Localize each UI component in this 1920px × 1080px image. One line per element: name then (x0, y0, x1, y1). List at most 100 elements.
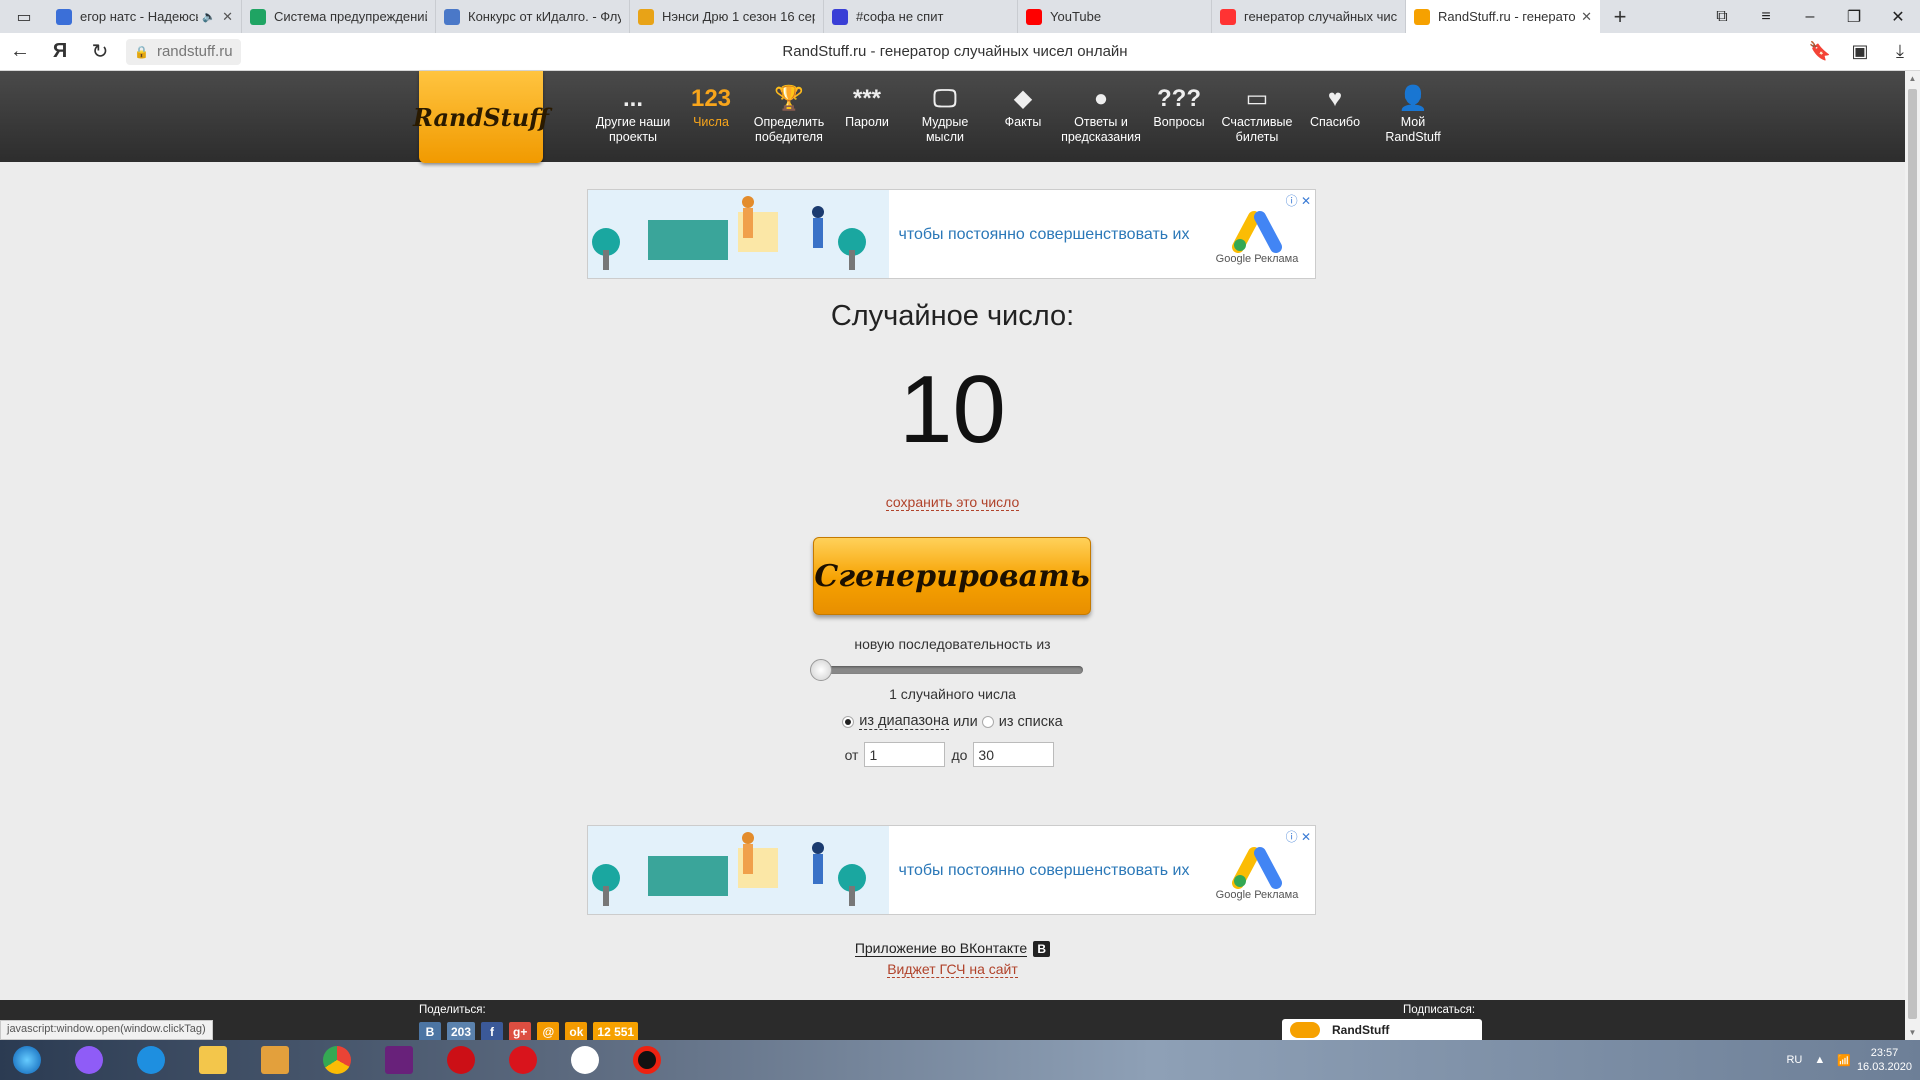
tab-title: RandStuff.ru - генерато (1438, 9, 1576, 24)
nav-item[interactable]: 123 Числа (672, 71, 750, 145)
chrome-icon[interactable] (310, 1041, 364, 1079)
count-slider-handle[interactable] (810, 659, 832, 681)
share-vk-count-button[interactable]: 203 (447, 1022, 476, 1042)
recorder-icon[interactable] (620, 1041, 674, 1079)
browser-tab[interactable]: егор натс - Надеюсь 🔈 ✕ (48, 0, 242, 33)
share-buttons: В 203 f g+ @ ok 12 551 (419, 1022, 644, 1042)
nav-item[interactable]: ● Ответы и предсказания (1061, 71, 1141, 145)
share-google-plus-button[interactable]: g+ (509, 1022, 532, 1042)
site-header: RandStuff ... Другие наши проекты 123 Числа… (0, 71, 1905, 163)
yandex-browser-icon[interactable] (558, 1041, 612, 1079)
ad-close-icon[interactable]: ⓘ ✕ (1286, 828, 1311, 845)
visual-studio-icon[interactable] (372, 1041, 426, 1079)
tab-close-icon[interactable]: ✕ (222, 9, 233, 25)
start-button[interactable] (0, 1041, 54, 1079)
share-facebook-button[interactable]: f (481, 1022, 504, 1042)
trophy-icon: 🏆 (774, 84, 804, 112)
opera-icon[interactable] (434, 1041, 488, 1079)
nav-item-label: Мой RandStuff (1385, 115, 1441, 144)
browser-tab[interactable]: генератор случайных чис (1212, 0, 1406, 33)
close-window-button[interactable]: ✕ (1876, 7, 1920, 27)
subscribe-widget[interactable]: RandStuff (1282, 1019, 1482, 1040)
opera-gx-icon[interactable] (496, 1041, 550, 1079)
share-ok-count-button[interactable]: 12 551 (593, 1022, 639, 1042)
ticket-icon: ▭ (1245, 84, 1269, 112)
count-slider[interactable] (815, 666, 1083, 674)
ad-banner-bottom[interactable]: чтобы постоянно совершенствовать их Goog… (587, 825, 1316, 915)
nav-item[interactable]: ◆ Факты (984, 71, 1062, 145)
clock[interactable]: 23:57 16.03.2020 (1857, 1046, 1912, 1074)
tab-audio-icon[interactable]: 🔈 (202, 10, 216, 23)
save-number-link[interactable]: сохранить это число (885, 494, 1020, 511)
status-bar: javascript:window.open(window.clickTag) (0, 1020, 213, 1040)
restore-button[interactable]: ❐ (1832, 7, 1876, 27)
yandex-icon[interactable]: Я (40, 40, 80, 63)
nav-item[interactable]: *** Пароли (828, 71, 906, 145)
menu-icon[interactable]: ≡ (1744, 8, 1788, 26)
tab-title: YouTube (1050, 9, 1102, 24)
bookmark-icon[interactable]: 🔖 (1800, 41, 1840, 62)
tab-manager-icon[interactable]: ⧉ (1700, 8, 1744, 26)
nav-item-label: Числа (693, 115, 729, 129)
widget-link[interactable]: Виджет ГСЧ на сайт (887, 961, 1018, 978)
nav-item[interactable]: ♥ Спасибо (1296, 71, 1374, 145)
browser-tab[interactable]: #софа не спит (824, 0, 1018, 33)
back-icon[interactable]: ← (0, 40, 40, 63)
nav-item[interactable]: ??? Вопросы (1140, 71, 1218, 145)
nav-item[interactable]: 👤 Мой RandStuff (1374, 71, 1452, 145)
mode-list-label[interactable]: из списка (999, 714, 1063, 730)
nav-item-label: Спасибо (1309, 115, 1361, 129)
vk-icon[interactable]: В (1033, 941, 1051, 958)
password-icon: *** (852, 84, 882, 112)
page-title: RandStuff.ru - генератор случайных чисел… (782, 43, 1128, 60)
tab-close-icon[interactable]: ✕ (1581, 9, 1592, 25)
tabs-panel-icon[interactable]: ▭ (0, 0, 48, 33)
to-input[interactable] (973, 742, 1055, 767)
vk-icon (444, 8, 460, 25)
ie-icon[interactable] (124, 1041, 178, 1079)
scrollbar-thumb[interactable] (1908, 89, 1917, 1019)
reload-icon[interactable]: ↻ (80, 39, 120, 64)
scroll-up-icon[interactable]: ▲ (1905, 74, 1920, 83)
tray-expand-icon[interactable]: ▲ (1814, 1054, 1825, 1066)
alice-icon[interactable] (62, 1041, 116, 1079)
range-inputs: от до (0, 742, 1905, 767)
randstuff-logo[interactable]: RandStuff (413, 71, 549, 163)
minimize-button[interactable]: – (1788, 8, 1832, 26)
vk-app-link[interactable]: Приложение во ВКонтакте (854, 940, 1028, 957)
ad-banner-top[interactable]: чтобы постоянно совершенствовать их Goog… (587, 189, 1316, 279)
nav-item[interactable]: 🏆 Определить победителя (750, 71, 828, 145)
nav-item[interactable]: ... Другие наши проекты (594, 71, 672, 145)
share-vk-button[interactable]: В (419, 1022, 441, 1042)
language-indicator[interactable]: RU (1786, 1054, 1802, 1066)
nav-item[interactable]: ▭ Счастливые билеты (1218, 71, 1296, 145)
browser-tab[interactable]: RandStuff.ru - генерато ✕ (1406, 0, 1600, 33)
window-controls: ⧉ ≡ – ❐ ✕ (1700, 0, 1920, 33)
mode-range-label[interactable]: из диапазона (859, 713, 950, 730)
download-icon[interactable]: ⤓ (1880, 41, 1920, 62)
network-icon[interactable]: 📶 (1837, 1054, 1851, 1067)
generate-button[interactable]: Сгенерировать (813, 537, 1091, 615)
media-player-icon[interactable] (248, 1041, 302, 1079)
scroll-down-icon[interactable]: ▼ (1905, 1028, 1920, 1037)
share-mail-button[interactable]: @ (537, 1022, 560, 1042)
new-tab-button[interactable]: + (1600, 0, 1640, 33)
page-scrollbar[interactable]: ▲ ▼ (1905, 71, 1920, 1040)
ad-close-icon[interactable]: ⓘ ✕ (1286, 192, 1311, 209)
share-odnoklassniki-button[interactable]: ok (565, 1022, 588, 1042)
lock-icon: 🔒 (134, 44, 149, 59)
nav-item[interactable]: 🖵 Мудрые мысли (906, 71, 984, 145)
windows-taskbar: RU ▲ 📶 23:57 16.03.2020 (0, 1040, 1920, 1080)
randstuff-mini-logo (1290, 1021, 1320, 1038)
from-input[interactable] (864, 742, 946, 767)
collections-icon[interactable]: ▣ (1840, 41, 1880, 62)
url-field[interactable]: 🔒 randstuff.ru (126, 38, 241, 65)
to-label: до (951, 746, 968, 763)
browser-tab[interactable]: YouTube (1018, 0, 1212, 33)
browser-tab[interactable]: Конкурс от кИдалго. - Флу (436, 0, 630, 33)
browser-tab[interactable]: Нэнси Дрю 1 сезон 16 сер (630, 0, 824, 33)
mode-list-radio[interactable] (981, 715, 994, 728)
explorer-icon[interactable] (186, 1041, 240, 1079)
browser-tab[interactable]: Система предупреждений (242, 0, 436, 33)
mode-range-radio[interactable] (842, 715, 855, 728)
